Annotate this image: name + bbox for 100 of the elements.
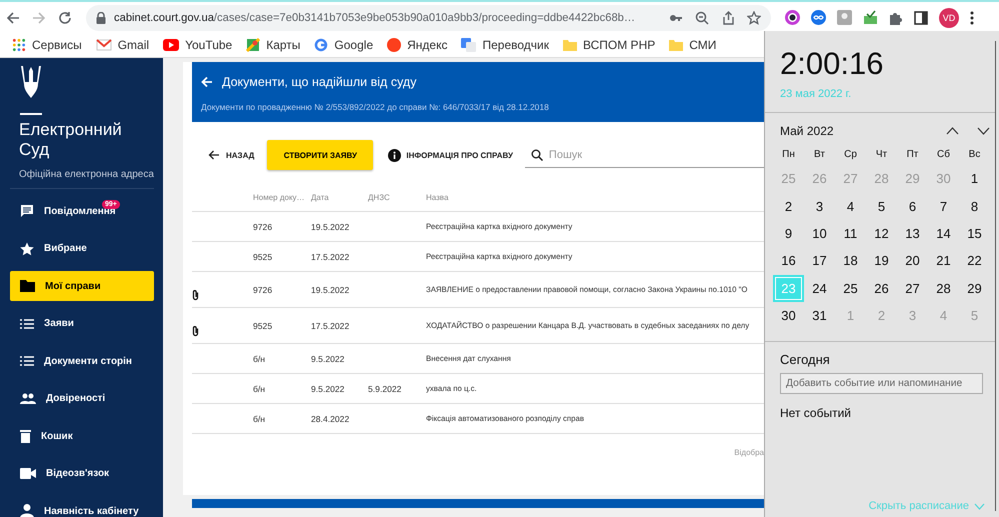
column-header: Назва [426, 192, 448, 202]
page-title: Документи, що надійшли від суду [222, 75, 416, 89]
search-icon [530, 148, 543, 160]
bookmark[interactable]: Сервисы [12, 38, 82, 52]
bookmark[interactable]: Google [314, 38, 374, 52]
calendar-day[interactable]: 1 [959, 165, 990, 192]
paperclip-icon [192, 324, 199, 336]
list-icon [20, 318, 34, 328]
translate-icon[interactable] [461, 38, 476, 52]
calendar-day[interactable]: 14 [928, 220, 959, 248]
weekday-label: Пт [906, 148, 918, 160]
apps-icon[interactable] [12, 38, 26, 52]
table-cell: 9525 [253, 252, 272, 262]
sidebar-item[interactable]: Мої справи [10, 271, 154, 301]
table-cell: б/н [253, 384, 266, 394]
trident-icon [20, 65, 42, 100]
address-bar[interactable]: cabinet.court.gov.ua/cases/case=7e0b3141b7053e9be053b90a010a9bb3/proceeding=ddbe4422bc68b… [86, 4, 771, 30]
calendar-day[interactable]: 19 [866, 247, 897, 275]
profile-avatar[interactable]: VD [939, 8, 959, 28]
calendar-day[interactable]: 31 [804, 302, 835, 330]
calendar-day[interactable]: 5 [866, 192, 897, 220]
sidebar-item[interactable]: Заяви [10, 308, 154, 338]
column-header: ДНЗС [368, 192, 390, 202]
table-cell: 17.5.2022 [311, 320, 350, 330]
today-heading: Сегодня [780, 352, 831, 368]
calendar-day[interactable]: 7 [928, 192, 959, 220]
bookmark[interactable]: ВСПОМ PHP [563, 38, 656, 52]
pagination-text: Відобра [734, 448, 764, 457]
calendar-day[interactable]: 10 [804, 220, 835, 248]
puzzle-icon[interactable] [889, 10, 903, 24]
bookmark[interactable]: Яндекс [387, 38, 448, 52]
sidebar-icon[interactable] [914, 10, 928, 24]
sidebar-item[interactable]: Кошик [10, 421, 154, 451]
add-event-field[interactable]: Добавить событие или напоминание [780, 373, 983, 394]
calendar-day[interactable]: 18 [835, 247, 866, 275]
search-field[interactable]: Пошук [548, 146, 764, 162]
create-button[interactable]: СТВОРИТИ ЗАЯВУ [267, 140, 374, 170]
inbox-icon[interactable] [863, 10, 878, 25]
bookmark[interactable]: YouTube [163, 38, 232, 52]
camera-icon [20, 468, 36, 479]
calendar-day[interactable]: 12 [866, 220, 897, 248]
table-cell: 9.5.2022 [311, 384, 344, 394]
infinity-icon[interactable] [811, 10, 826, 25]
envelope-icon[interactable] [96, 39, 112, 51]
ring-icon[interactable] [785, 10, 800, 25]
zoom-icon[interactable] [695, 10, 709, 24]
calendar-day[interactable]: 8 [959, 192, 990, 220]
calendar-day[interactable]: 9 [773, 220, 804, 248]
calendar-day[interactable]: 11 [835, 220, 866, 248]
trash-icon [20, 429, 31, 443]
menu-icon[interactable] [970, 10, 974, 24]
folder-icon [20, 280, 35, 292]
calendar-day[interactable]: 20 [897, 247, 928, 275]
table-cell: 9726 [253, 284, 272, 294]
back-button[interactable]: НАЗАД [208, 150, 254, 160]
table-cell: 19.5.2022 [311, 222, 350, 232]
app-title: Електронний Суд [19, 120, 123, 160]
calendar-day[interactable]: 6 [897, 192, 928, 220]
circle-icon[interactable] [387, 38, 402, 52]
calendar-day[interactable]: 4 [835, 192, 866, 220]
calendar-day[interactable]: 28 [928, 274, 959, 302]
table-cell: 5.9.2022 [368, 384, 402, 394]
bookmark[interactable]: Gmail [96, 38, 150, 52]
url-text: cabinet.court.gov.ua/cases/case=7e0b3141b7053e9be053b90a010a9bb3/proceeding=ddbe4422bc68b… [114, 12, 636, 24]
list-icon [20, 356, 34, 366]
bookmark[interactable]: СМИ [669, 38, 716, 52]
play-icon[interactable] [163, 39, 180, 51]
calendar-day[interactable]: 29 [959, 274, 990, 302]
bookmark[interactable]: Карты [246, 38, 300, 52]
sidebar-item[interactable]: Відеозв'язок [10, 458, 154, 488]
map-icon[interactable] [246, 38, 260, 52]
calendar-day[interactable]: 26 [866, 274, 897, 302]
weekday-label: Пн [782, 148, 795, 160]
calendar-day[interactable]: 3 [804, 192, 835, 220]
calendar-day[interactable]: 24 [804, 274, 835, 302]
case-info-link[interactable]: ІНФОРМАЦІЯ ПРО СПРАВУ [388, 148, 513, 162]
calendar-day[interactable]: 17 [804, 247, 835, 275]
calendar-day[interactable]: 2 [773, 192, 804, 220]
calendar-day[interactable]: 13 [897, 220, 928, 248]
star-outline-icon[interactable] [747, 10, 761, 24]
calendar-day[interactable]: 15 [959, 220, 990, 248]
back-arrow-icon[interactable] [201, 76, 213, 88]
calendar-day[interactable]: 16 [773, 247, 804, 275]
sidebar-item[interactable]: Довіреності [10, 384, 154, 414]
reload-icon[interactable] [58, 10, 72, 24]
table-cell: 9726 [253, 222, 272, 232]
table-cell: 17.5.2022 [311, 252, 350, 262]
calendar-day[interactable]: 22 [959, 247, 990, 275]
calendar-day[interactable]: 25 [835, 274, 866, 302]
calendar-day[interactable]: 27 [897, 274, 928, 302]
share-icon[interactable] [721, 10, 735, 24]
bookmark[interactable]: Переводчик [461, 38, 549, 52]
weekday-label: Вт [814, 148, 825, 160]
sidebar-item[interactable]: Документи сторін [10, 346, 154, 376]
sidebar-item[interactable]: Наявність кабінету [10, 496, 154, 517]
calendar-day[interactable]: 30 [773, 302, 804, 330]
calendar-day[interactable]: 21 [928, 247, 959, 275]
month-title[interactable]: Май 2022 [780, 124, 937, 138]
back-icon[interactable] [6, 10, 20, 24]
sidebar-item[interactable]: Вибране [10, 234, 154, 264]
